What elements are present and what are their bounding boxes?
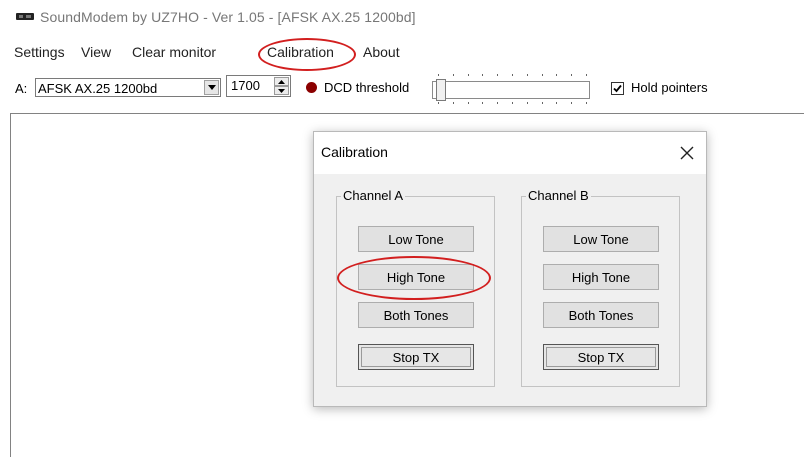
menu-settings[interactable]: Settings bbox=[14, 44, 65, 60]
channel-b-high-tone-button[interactable]: High Tone bbox=[543, 264, 659, 290]
frequency-value: 1700 bbox=[231, 78, 260, 93]
menu-clear-monitor[interactable]: Clear monitor bbox=[132, 44, 216, 60]
frequency-spinner[interactable]: 1700 bbox=[226, 75, 291, 97]
slider-tick bbox=[467, 102, 469, 104]
dialog-title: Calibration bbox=[321, 144, 388, 160]
channel-label: A: bbox=[15, 81, 28, 96]
chevron-down-icon bbox=[208, 85, 216, 90]
close-icon bbox=[680, 146, 694, 160]
slider-tick bbox=[438, 102, 439, 104]
slider-tick bbox=[512, 74, 513, 76]
slider-tick bbox=[556, 74, 558, 76]
channel-a-both-tones-button[interactable]: Both Tones bbox=[358, 302, 474, 328]
channel-a-stop-tx-button[interactable]: Stop TX bbox=[358, 344, 474, 370]
dcd-threshold-label: DCD threshold bbox=[324, 80, 410, 95]
menu-about[interactable]: About bbox=[363, 44, 400, 60]
menu-view[interactable]: View bbox=[81, 44, 111, 60]
calibration-menu-highlight bbox=[258, 38, 356, 71]
slider-tick bbox=[541, 102, 543, 104]
slider-tick bbox=[438, 74, 439, 76]
channel-a-label: Channel A bbox=[341, 188, 405, 203]
channel-b-both-tones-button[interactable]: Both Tones bbox=[543, 302, 659, 328]
slider-tick bbox=[482, 102, 484, 104]
dialog-titlebar: Calibration bbox=[314, 132, 706, 174]
slider-tick bbox=[526, 74, 528, 76]
spin-up-button[interactable] bbox=[274, 77, 289, 86]
modem-dropdown-button[interactable] bbox=[204, 80, 219, 95]
arrow-up-icon bbox=[278, 80, 285, 84]
slider-tick bbox=[452, 102, 454, 104]
toolbar: A: AFSK AX.25 1200bd 1700 DCD threshold bbox=[0, 70, 804, 110]
slider-tick bbox=[526, 102, 528, 104]
spin-down-button[interactable] bbox=[274, 86, 289, 95]
slider-tick bbox=[482, 74, 484, 76]
checkmark-icon bbox=[613, 84, 622, 93]
window-titlebar: SoundModem by UZ7HO - Ver 1.05 - [AFSK A… bbox=[0, 0, 804, 38]
arrow-down-icon bbox=[278, 89, 285, 93]
channel-b-stop-tx-button[interactable]: Stop TX bbox=[543, 344, 659, 370]
slider-tick bbox=[452, 74, 454, 76]
dialog-close-button[interactable] bbox=[676, 142, 698, 164]
hold-pointers-label: Hold pointers bbox=[631, 80, 708, 95]
slider-thumb[interactable] bbox=[436, 79, 446, 101]
slider-tick bbox=[556, 102, 558, 104]
channel-a-low-tone-button[interactable]: Low Tone bbox=[358, 226, 474, 252]
high-tone-highlight bbox=[337, 256, 491, 300]
modem-select[interactable]: AFSK AX.25 1200bd bbox=[35, 78, 221, 97]
window-title: SoundModem by UZ7HO - Ver 1.05 - [AFSK A… bbox=[40, 9, 416, 25]
slider-tick bbox=[586, 102, 587, 104]
channel-b-low-tone-button[interactable]: Low Tone bbox=[543, 226, 659, 252]
hold-pointers-checkbox[interactable] bbox=[611, 82, 624, 95]
slider-tick bbox=[586, 74, 587, 76]
slider-tick bbox=[467, 74, 469, 76]
slider-tick bbox=[571, 74, 573, 76]
channel-b-group: Channel B Low Tone High Tone Both Tones … bbox=[521, 188, 680, 387]
slider-track bbox=[432, 81, 590, 99]
channel-b-label: Channel B bbox=[526, 188, 591, 203]
modem-select-value: AFSK AX.25 1200bd bbox=[38, 81, 158, 96]
dcd-indicator bbox=[306, 82, 317, 93]
dcd-threshold-slider[interactable] bbox=[428, 72, 592, 106]
slider-tick bbox=[571, 102, 573, 104]
slider-tick bbox=[512, 102, 513, 104]
soundcard-icon bbox=[16, 13, 34, 20]
slider-tick bbox=[497, 74, 499, 76]
slider-tick bbox=[497, 102, 499, 104]
slider-tick bbox=[541, 74, 543, 76]
